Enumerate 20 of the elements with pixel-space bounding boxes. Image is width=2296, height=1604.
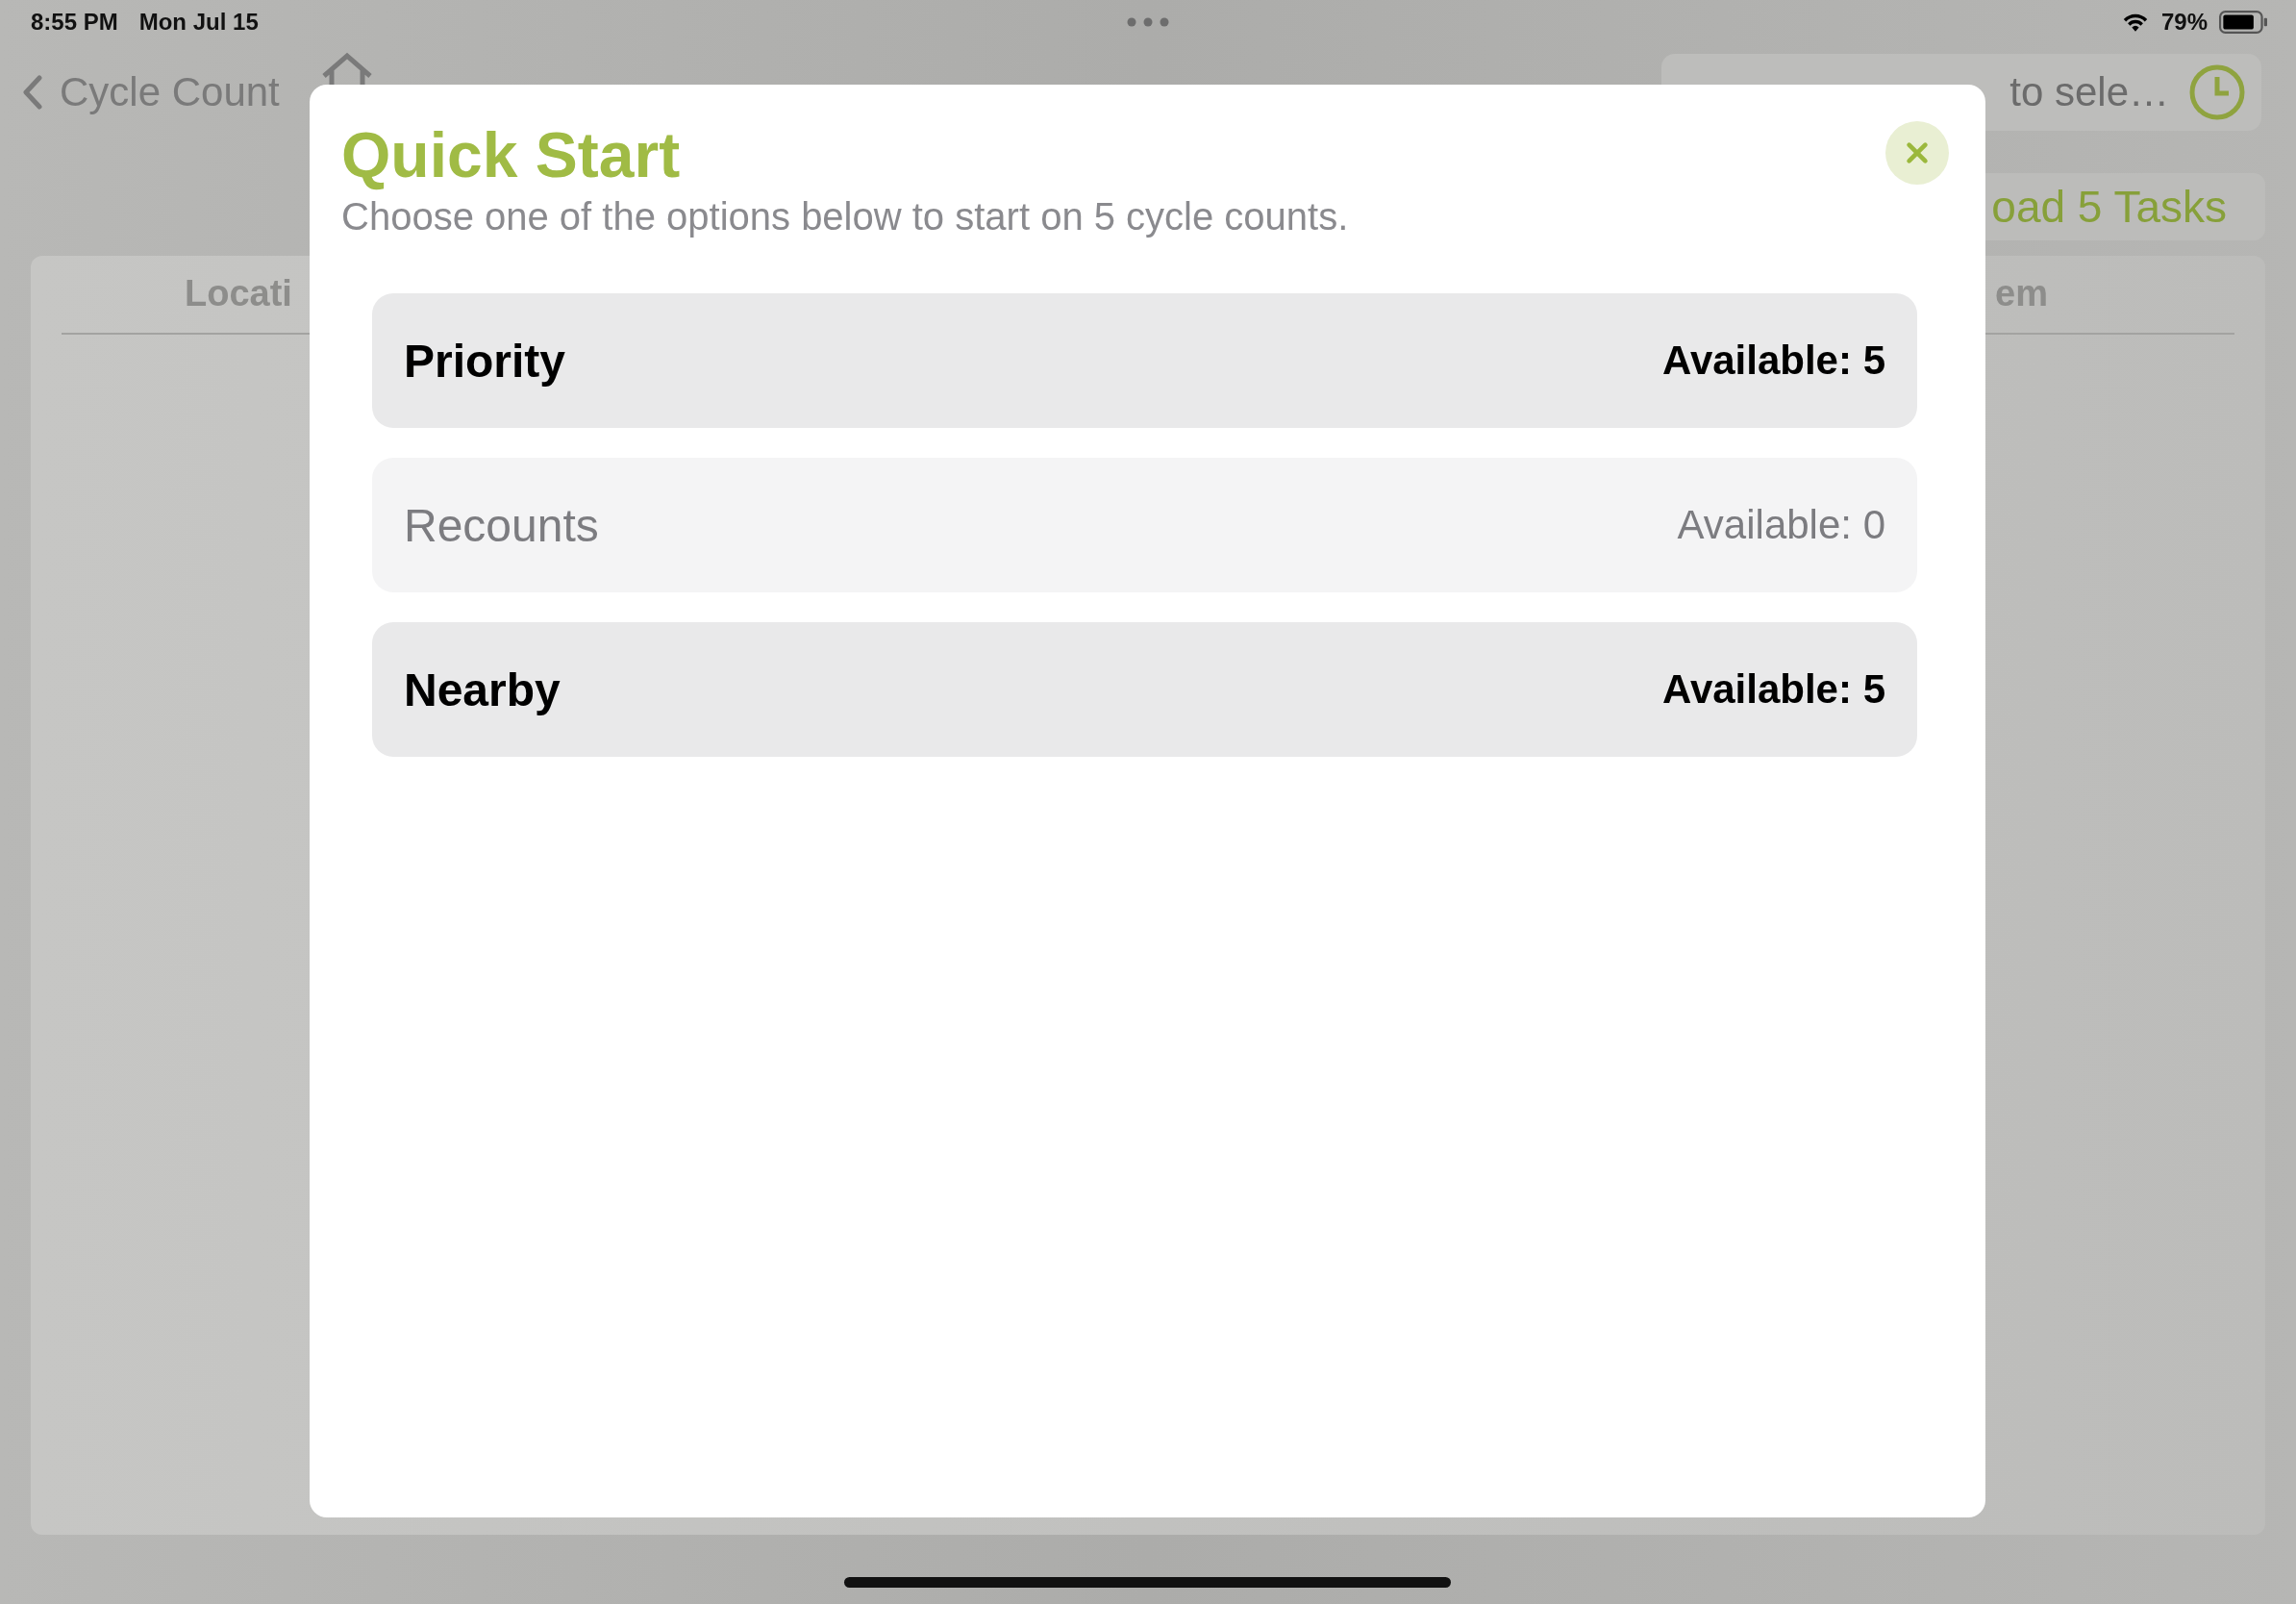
- chevron-left-icon: [23, 75, 42, 110]
- status-date: Mon Jul 15: [138, 9, 259, 36]
- option-count: Available: 5: [1662, 338, 1885, 385]
- battery-percent: 79%: [2160, 9, 2208, 36]
- option-label: Recounts: [404, 498, 599, 552]
- battery-icon: [2219, 11, 2267, 34]
- dialog-title: Quick Start: [341, 118, 682, 192]
- back-button[interactable]: Cycle Count: [23, 69, 280, 115]
- multitasking-dots-icon[interactable]: [1127, 17, 1169, 27]
- close-icon: [1904, 139, 1931, 166]
- clock-icon[interactable]: [2188, 63, 2246, 121]
- dialog-subtitle: Choose one of the options below to start on 5 cycle counts.: [341, 195, 1350, 239]
- option-count: Available: 5: [1662, 666, 1885, 714]
- option-row[interactable]: Nearby Available: 5: [372, 622, 1917, 758]
- option-label: Priority: [404, 334, 566, 388]
- option-row[interactable]: Priority Available: 5: [372, 293, 1917, 429]
- option-count: Available: 0: [1677, 502, 1885, 549]
- column-header: Locati: [185, 273, 292, 315]
- option-label: Nearby: [404, 663, 561, 716]
- status-time: 8:55 PM: [31, 9, 118, 36]
